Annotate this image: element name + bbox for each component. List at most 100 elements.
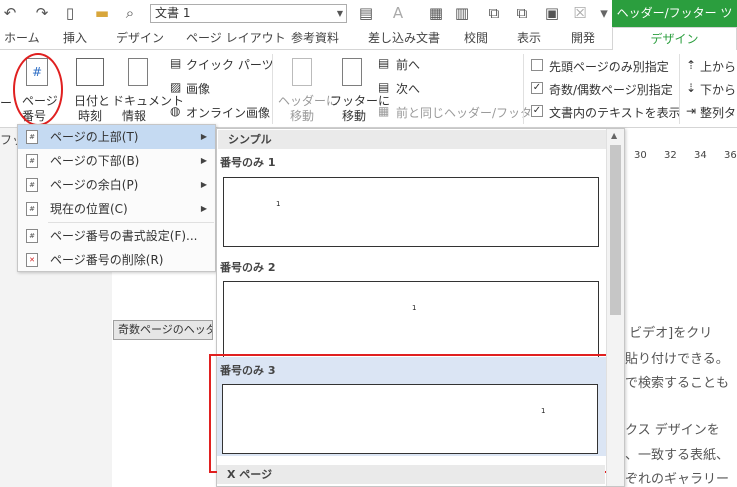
menu-item-remove-page-numbers[interactable]: ✕ ページ番号の削除(R) bbox=[18, 248, 215, 272]
chevron-right-icon: ▶ bbox=[200, 156, 207, 165]
goto-footer-button[interactable]: フッターに 移動 bbox=[328, 52, 390, 124]
print-preview-icon[interactable]: ⌕ bbox=[120, 3, 140, 23]
page-number-menu: # ページの上部(T) ▶ # ページの下部(B) ▶ # ページの余白(P) ▶ # 現在の… bbox=[17, 124, 216, 272]
align-tab-label: 整列タ bbox=[700, 106, 737, 120]
align-tab-icon: ⇥ bbox=[686, 104, 697, 118]
gallery-item-plain-number-2[interactable]: 1 bbox=[223, 281, 599, 361]
previous-label: 前へ bbox=[396, 58, 421, 72]
scroll-up-icon[interactable]: ▲ bbox=[611, 131, 617, 140]
menu-item-format-page-numbers[interactable]: # ページ番号の書式設定(F)... bbox=[18, 224, 215, 248]
link-previous-label: 前と同じヘッダー/フッター bbox=[396, 106, 545, 120]
close-icon[interactable]: ☒ bbox=[570, 3, 590, 23]
gallery-item-label: 番号のみ 3 bbox=[220, 364, 276, 377]
footer-position-label: 下から bbox=[700, 83, 737, 97]
ruler-tick: 34 bbox=[694, 150, 707, 161]
show-doc-text-checkbox[interactable]: ✓ bbox=[531, 105, 543, 117]
datetime-button[interactable]: 日付と 時刻 bbox=[70, 52, 110, 124]
quickparts-icon: ▤ bbox=[170, 56, 182, 70]
footer-icon bbox=[342, 58, 362, 86]
page-bottom-icon: # bbox=[26, 154, 38, 168]
online-picture-icon: ◍ bbox=[170, 104, 181, 118]
menu-item-label: ページの下部(B) bbox=[50, 154, 140, 168]
docinfo-label-2: 情報 bbox=[122, 109, 147, 123]
format-icon[interactable]: ▣ bbox=[542, 3, 562, 23]
menu-item-label: ページの上部(T) bbox=[50, 130, 139, 144]
chevron-down-icon[interactable]: ▼ bbox=[337, 5, 343, 22]
picture-label: 画像 bbox=[186, 82, 211, 96]
chevron-right-icon: ▶ bbox=[200, 180, 207, 189]
redo-icon[interactable]: ↷ bbox=[32, 3, 52, 23]
tab-view[interactable]: 表示 bbox=[517, 27, 541, 50]
online-picture-label: オンライン画像 bbox=[186, 106, 271, 120]
header-icon bbox=[292, 58, 312, 86]
dropdown-icon[interactable]: ▾ bbox=[594, 3, 614, 23]
gallery-section-header: X ページ bbox=[217, 465, 605, 484]
footer-position-icon: ⇣ bbox=[686, 81, 697, 95]
layout-icon[interactable]: ▥ bbox=[452, 3, 472, 23]
ribbon-divider bbox=[679, 54, 680, 124]
red-highlight-circle bbox=[13, 53, 63, 126]
menu-divider bbox=[48, 222, 214, 223]
document-info-icon bbox=[128, 58, 148, 86]
font-color-icon[interactable]: A bbox=[388, 3, 408, 23]
context-tab-header: ヘッダー/フッター ツール bbox=[612, 0, 737, 47]
menu-item-current-position[interactable]: # 現在の位置(C) ▶ bbox=[18, 197, 215, 221]
menu-item-page-margins[interactable]: # ページの余白(P) ▶ bbox=[18, 173, 215, 197]
current-position-icon: # bbox=[26, 202, 38, 216]
undo-icon[interactable]: ↶ bbox=[0, 3, 20, 23]
odd-even-label: 奇数/偶数ページ別指定 bbox=[549, 83, 673, 97]
menu-item-label: ページ番号の削除(R) bbox=[50, 253, 164, 267]
page-margin-icon: # bbox=[26, 178, 38, 192]
ruler: 30 32 34 36 bbox=[612, 150, 737, 164]
cut-label: ー bbox=[0, 96, 13, 110]
tab-home[interactable]: ホーム bbox=[4, 27, 40, 50]
ribbon-divider bbox=[523, 54, 524, 124]
docinfo-button[interactable]: ドキュメント 情報 bbox=[112, 52, 184, 124]
page-top-icon: # bbox=[26, 130, 38, 144]
goto-footer-label-2: 移動 bbox=[342, 109, 367, 123]
gallery-item-plain-number-1[interactable]: 1 bbox=[223, 177, 599, 247]
tab-page-layout[interactable]: ページ レイアウト bbox=[186, 27, 286, 50]
next-icon: ▤ bbox=[378, 80, 390, 94]
open-folder-icon[interactable]: ▬ bbox=[92, 3, 112, 23]
ruler-tick: 32 bbox=[664, 150, 677, 161]
tab-design[interactable]: デザイン bbox=[116, 27, 164, 50]
ruler-tick: 36 bbox=[724, 150, 737, 161]
first-page-label: 先頭ページのみ別指定 bbox=[549, 60, 669, 74]
menu-item-bottom-of-page[interactable]: # ページの下部(B) ▶ bbox=[18, 149, 215, 173]
header-position-icon: ⇡ bbox=[686, 58, 697, 72]
style-icon[interactable]: ▤ bbox=[356, 3, 376, 23]
show-doc-text-label: 文書内のテキストを表示 bbox=[549, 106, 681, 120]
document-line: ックス デザインを bbox=[612, 423, 720, 438]
chevron-right-icon: ▶ bbox=[200, 204, 207, 213]
format-page-number-icon: # bbox=[26, 229, 38, 243]
scrollbar-thumb[interactable] bbox=[610, 145, 621, 315]
gallery-section-header: シンプル bbox=[218, 130, 606, 149]
ruler-tick: 30 bbox=[634, 150, 647, 161]
tab-references[interactable]: 参考資料 bbox=[291, 27, 339, 50]
gallery-item-plain-number-3[interactable]: 1 bbox=[222, 384, 598, 454]
goto-header-button[interactable]: ヘッダーに 移動 bbox=[278, 52, 338, 124]
tab-insert[interactable]: 挿入 bbox=[63, 27, 87, 50]
quick-access-toolbar: ↶ ↷ ▯ ▬ ⌕ 文書 1 ▼ ▤ A ▦ ▥ ⧉ ⧉ ▣ ☒ ▾ ヘッダー/フ… bbox=[0, 0, 737, 47]
tab-review[interactable]: 校閲 bbox=[464, 27, 488, 50]
sample-page-number: 1 bbox=[276, 200, 281, 208]
table-icon[interactable]: ▦ bbox=[426, 3, 446, 23]
tab-header-footer-design[interactable]: デザイン bbox=[612, 27, 737, 51]
document-line: ば、一致する表紙、 bbox=[612, 448, 730, 463]
organization-chart-icon[interactable]: ⧉ bbox=[484, 3, 504, 23]
sample-page-number: 1 bbox=[412, 304, 417, 312]
document-name-box[interactable]: 文書 1 ▼ bbox=[150, 4, 347, 23]
new-document-icon[interactable]: ▯ bbox=[60, 3, 80, 23]
hierarchy-icon[interactable]: ⧉ bbox=[512, 3, 532, 23]
menu-item-label: ページの余白(P) bbox=[50, 178, 139, 192]
menu-item-top-of-page[interactable]: # ページの上部(T) ▶ bbox=[18, 125, 215, 149]
link-icon: ▦ bbox=[378, 104, 390, 118]
gallery-scrollbar[interactable]: ▲ bbox=[606, 129, 624, 486]
odd-even-checkbox[interactable]: ✓ bbox=[531, 82, 543, 94]
first-page-checkbox[interactable] bbox=[531, 59, 543, 71]
tab-developer[interactable]: 開発 bbox=[571, 27, 595, 50]
previous-icon: ▤ bbox=[378, 56, 390, 70]
tab-mailings[interactable]: 差し込み文書 bbox=[368, 27, 440, 50]
menu-item-label: 現在の位置(C) bbox=[50, 202, 128, 216]
